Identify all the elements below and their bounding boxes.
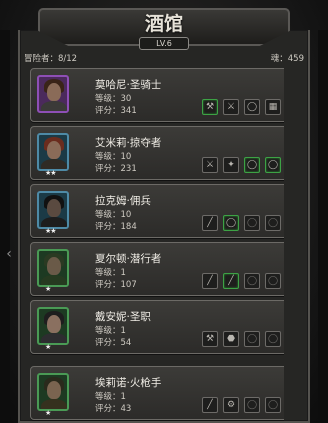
hero-level: 等级：30 [95, 94, 132, 104]
hero-level: 等级：1 [95, 326, 126, 336]
hero-list[interactable]: 莫哈尼·圣骑士 等级：30 评分：341 ⚒ ⚔ ◯ ▦ 1 ★★ 艾米莉·掠夺… [30, 64, 284, 423]
armor-icon[interactable]: ▦ [265, 99, 281, 115]
hero-portrait [37, 191, 69, 229]
ring-icon[interactable]: ◯ [265, 331, 281, 347]
ring-icon[interactable]: ◯ [244, 99, 260, 115]
ring-icon[interactable]: ◯ [265, 157, 281, 173]
sword-icon[interactable]: ╱ [202, 215, 218, 231]
hero-portrait [37, 75, 69, 113]
hero-score: 评分：231 [95, 164, 137, 174]
hero-score: 评分：184 [95, 222, 137, 232]
mace-icon[interactable]: ⚒ [202, 331, 218, 347]
hero-portrait [37, 133, 69, 171]
hero-stars: ★★ [45, 227, 57, 235]
ring-icon[interactable]: ◯ [244, 331, 260, 347]
adventurer-count: 冒险者：8/12 [24, 54, 78, 64]
hero-level: 等级：1 [95, 268, 126, 278]
hero-name: 艾米莉·掠夺者 [95, 137, 162, 149]
gear-icon[interactable]: ⚒ [202, 99, 218, 115]
equipment-slots: ⚒ ⚔ ◯ ▦ [202, 99, 281, 115]
gear-icon[interactable]: ✦ [223, 157, 239, 173]
ring-icon[interactable]: ◯ [223, 215, 239, 231]
left-arrow-icon[interactable]: ‹ [2, 245, 16, 263]
gun-icon[interactable]: ╱ [202, 397, 218, 413]
sword-icon[interactable]: ╱ [202, 273, 218, 289]
hero-card[interactable]: ★ 戴安妮·圣职 等级：1 评分：54 ⚒ ⬣ ◯ ◯ [30, 300, 284, 354]
ring-icon[interactable]: ◯ [244, 215, 260, 231]
equipment-slots: ⚔ ✦ ◯ ◯ [202, 157, 281, 173]
hero-stars: ★ [45, 285, 51, 293]
hero-score: 评分：54 [95, 338, 132, 348]
ring-icon[interactable]: ◯ [265, 273, 281, 289]
hero-card[interactable]: 莫哈尼·圣骑士 等级：30 评分：341 ⚒ ⚔ ◯ ▦ 1 [30, 68, 284, 122]
equipment-slots: ⚒ ⬣ ◯ ◯ [202, 331, 281, 347]
hero-card[interactable]: ★ 夏尔顿·潜行者 等级：1 评分：107 ╱ ╱ ◯ ◯ 1 [30, 242, 284, 296]
hero-score: 评分：341 [95, 106, 137, 116]
sword-icon[interactable]: ⚔ [202, 157, 218, 173]
ring-icon[interactable]: ◯ [265, 397, 281, 413]
hero-score: 评分：107 [95, 280, 137, 290]
hero-name: 埃莉诺·火枪手 [95, 377, 162, 389]
hero-name: 莫哈尼·圣骑士 [95, 79, 162, 91]
ring-icon[interactable]: ◯ [244, 397, 260, 413]
equipment-slots: ╱ ◯ ◯ ◯ [202, 215, 281, 231]
equipment-slots: ╱ ⚙ ◯ ◯ [202, 397, 281, 413]
game-screen: ‹ 酒馆 LV.6 冒险者：8/12 魂：459 莫哈尼·圣骑士 等级：30 评… [0, 0, 328, 423]
hero-stars: ★★ [45, 169, 57, 177]
hero-name: 戴安妮·圣职 [95, 311, 151, 323]
left-panel-edge [0, 30, 10, 423]
hero-card[interactable]: ★★ 拉克姆·佣兵 等级：10 评分：184 ╱ ◯ ◯ ◯ 1 [30, 184, 284, 238]
hero-stars: ★ [45, 343, 51, 351]
ring-icon[interactable]: ◯ [244, 273, 260, 289]
soul-count: 魂：459 [270, 54, 304, 64]
ring-icon[interactable]: ◯ [244, 157, 260, 173]
hero-level: 等级：1 [95, 392, 126, 402]
equipment-slots: ╱ ╱ ◯ ◯ [202, 273, 281, 289]
sword-icon[interactable]: ╱ [223, 273, 239, 289]
hero-portrait [37, 307, 69, 345]
hero-name: 夏尔顿·潜行者 [95, 253, 162, 265]
shield-icon[interactable]: ⬣ [223, 331, 239, 347]
hero-level: 等级：10 [95, 210, 132, 220]
hero-portrait [37, 249, 69, 287]
gun-icon[interactable]: ⚙ [223, 397, 239, 413]
right-panel-edge [318, 30, 328, 423]
hero-name: 拉克姆·佣兵 [95, 195, 151, 207]
hero-stars: ★ [45, 409, 51, 417]
hero-score: 评分：43 [95, 404, 132, 414]
page-title: 酒馆 [144, 12, 183, 35]
gear-icon[interactable]: ⚔ [223, 99, 239, 115]
tavern-level-badge: LV.6 [139, 37, 189, 50]
ring-icon[interactable]: ◯ [265, 215, 281, 231]
hero-level: 等级：10 [95, 152, 132, 162]
hero-card[interactable]: ★ 埃莉诺·火枪手 等级：1 评分：43 ╱ ⚙ ◯ ◯ [30, 366, 284, 420]
hero-card[interactable]: ★★ 艾米莉·掠夺者 等级：10 评分：231 ⚔ ✦ ◯ ◯ 1 [30, 126, 284, 180]
hero-portrait [37, 373, 69, 411]
